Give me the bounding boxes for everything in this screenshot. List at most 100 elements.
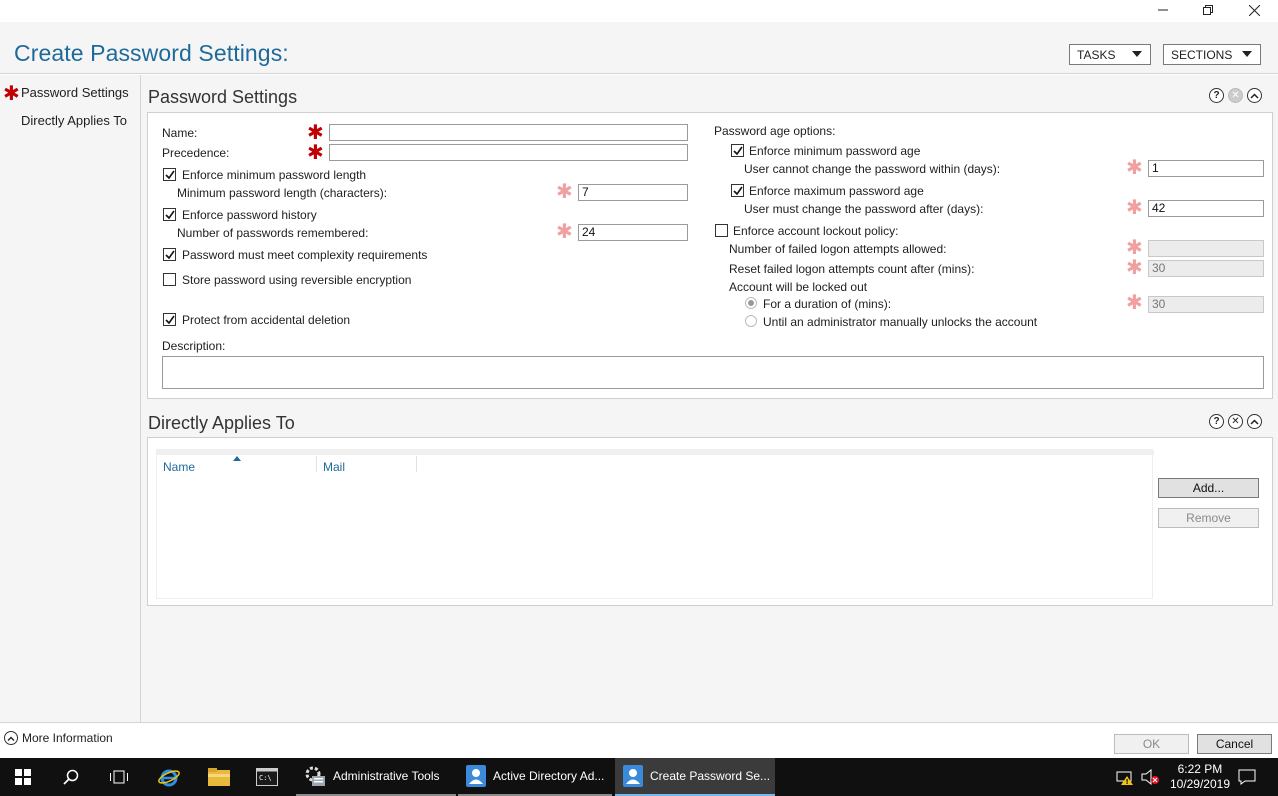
min-age-input[interactable]: 1	[1148, 160, 1264, 177]
search-button[interactable]	[48, 758, 94, 796]
close-section-icon: ✕	[1228, 88, 1243, 103]
minimize-icon	[1158, 9, 1168, 11]
lockout-policy-label: Enforce account lockout policy:	[733, 224, 899, 238]
reversible-encryption-checkbox[interactable]	[163, 273, 176, 286]
failed-attempts-input[interactable]	[1148, 240, 1264, 257]
required-icon: ✱	[1126, 292, 1143, 314]
description-label: Description:	[162, 339, 226, 353]
close-section-icon[interactable]: ✕	[1228, 414, 1243, 429]
duration-radio[interactable]	[745, 297, 757, 309]
enforce-history-checkbox[interactable]	[163, 208, 176, 221]
collapse-icon[interactable]	[1247, 88, 1262, 103]
until-admin-radio[interactable]	[745, 315, 757, 327]
sections-dropdown[interactable]: SECTIONS	[1163, 44, 1261, 65]
check-icon	[165, 170, 175, 180]
taskbar-app-create-password-settings[interactable]: Create Password Se...	[615, 758, 775, 796]
nav-item-directly-applies-to[interactable]: Directly Applies To	[21, 113, 127, 128]
main-content: Password Settings ? ✕ Name: ✱ Precedence…	[141, 75, 1278, 722]
enforce-min-length-checkbox[interactable]	[163, 168, 176, 181]
collapse-icon[interactable]	[1247, 414, 1262, 429]
network-status-button[interactable]: !	[1114, 758, 1136, 796]
required-icon: ✱	[307, 142, 324, 164]
folder-icon	[208, 768, 230, 786]
notification-icon	[1238, 769, 1256, 785]
history-count-input[interactable]: 24	[578, 224, 688, 241]
add-button[interactable]: Add...	[1158, 478, 1259, 498]
file-explorer-button[interactable]	[196, 758, 242, 796]
taskbar-app-label: Create Password Se...	[650, 769, 771, 783]
precedence-input[interactable]	[329, 144, 688, 161]
column-divider	[316, 456, 317, 472]
task-view-button[interactable]	[96, 758, 142, 796]
cancel-button[interactable]: Cancel	[1197, 734, 1272, 754]
applies-to-grid[interactable]: Name Mail	[156, 449, 1154, 599]
close-window-button[interactable]	[1231, 0, 1277, 20]
help-icon[interactable]: ?	[1209, 88, 1224, 103]
complexity-label: Password must meet complexity requiremen…	[182, 248, 428, 262]
remove-button[interactable]: Remove	[1158, 508, 1259, 528]
check-icon	[165, 210, 175, 220]
failed-attempts-label: Number of failed logon attempts allowed:	[729, 242, 947, 256]
protect-deletion-checkbox[interactable]	[163, 313, 176, 326]
window-titlebar	[0, 0, 1278, 22]
column-header-mail[interactable]: Mail	[323, 460, 345, 474]
minimize-button[interactable]	[1140, 0, 1186, 20]
command-prompt-button[interactable]: C:\	[244, 758, 290, 796]
network-warning-icon: !	[1116, 771, 1133, 785]
lockout-policy-checkbox[interactable]	[715, 224, 728, 237]
ok-button[interactable]: OK	[1114, 734, 1189, 754]
duration-input[interactable]: 30	[1148, 296, 1264, 313]
taskbar-app-administrative-tools[interactable]: Administrative Tools	[296, 758, 456, 796]
max-age-input[interactable]: 42	[1148, 200, 1264, 217]
task-view-icon	[110, 770, 128, 784]
required-icon: ✱	[1126, 197, 1143, 219]
required-icon: ✱	[1126, 257, 1143, 279]
taskbar-clock[interactable]: 6:22 PM 10/29/2019	[1170, 762, 1230, 792]
active-directory-icon	[623, 765, 643, 787]
clock-date: 10/29/2019	[1169, 777, 1230, 791]
check-icon	[165, 315, 175, 325]
grid-header-strip	[157, 450, 1154, 455]
internet-explorer-button[interactable]	[146, 758, 192, 796]
taskbar-app-active-directory[interactable]: Active Directory Ad...	[458, 758, 612, 796]
column-divider	[416, 456, 417, 472]
tasks-dropdown[interactable]: TASKS	[1069, 44, 1151, 65]
applies-to-panel: Name Mail Add... Remove	[147, 437, 1273, 606]
required-icon: ✱	[1126, 237, 1143, 259]
name-input[interactable]	[329, 124, 688, 141]
enforce-max-age-checkbox[interactable]	[731, 184, 744, 197]
more-information-toggle[interactable]: More Information	[4, 731, 113, 745]
max-age-label: User must change the password after (day…	[744, 202, 984, 216]
section-tools: ? ✕	[1209, 88, 1262, 103]
column-header-name[interactable]: Name	[163, 460, 195, 474]
required-icon: ✱	[1126, 157, 1143, 179]
check-icon	[165, 250, 175, 260]
description-input[interactable]	[162, 356, 1264, 389]
help-icon[interactable]: ?	[1209, 414, 1224, 429]
volume-button[interactable]	[1138, 758, 1162, 796]
section-nav: ✱ Password Settings Directly Applies To	[0, 75, 141, 722]
taskbar-app-label: Active Directory Ad...	[493, 769, 605, 783]
reset-after-label: Reset failed logon attempts count after …	[729, 262, 975, 276]
svg-text:C:\: C:\	[259, 774, 272, 782]
history-count-label: Number of passwords remembered:	[177, 226, 369, 240]
required-icon: ✱	[556, 221, 573, 243]
enforce-min-age-checkbox[interactable]	[731, 144, 744, 157]
search-icon	[63, 769, 79, 785]
until-admin-label: Until an administrator manually unlocks …	[763, 315, 1038, 329]
nav-item-password-settings[interactable]: Password Settings	[21, 85, 129, 100]
svg-text:!: !	[1126, 778, 1129, 785]
volume-muted-icon	[1141, 769, 1159, 785]
applies-to-heading: Directly Applies To	[148, 413, 295, 433]
required-icon: ✱	[307, 122, 324, 144]
start-button[interactable]	[0, 758, 46, 796]
action-center-button[interactable]	[1232, 758, 1262, 796]
restore-button[interactable]	[1185, 0, 1231, 20]
min-age-label: User cannot change the password within (…	[744, 162, 1001, 176]
reset-after-input[interactable]: 30	[1148, 260, 1264, 277]
internet-explorer-icon	[158, 769, 180, 787]
chevron-down-icon	[1132, 51, 1142, 57]
close-icon	[1248, 4, 1260, 16]
complexity-checkbox[interactable]	[163, 248, 176, 261]
min-length-input[interactable]: 7	[578, 184, 688, 201]
